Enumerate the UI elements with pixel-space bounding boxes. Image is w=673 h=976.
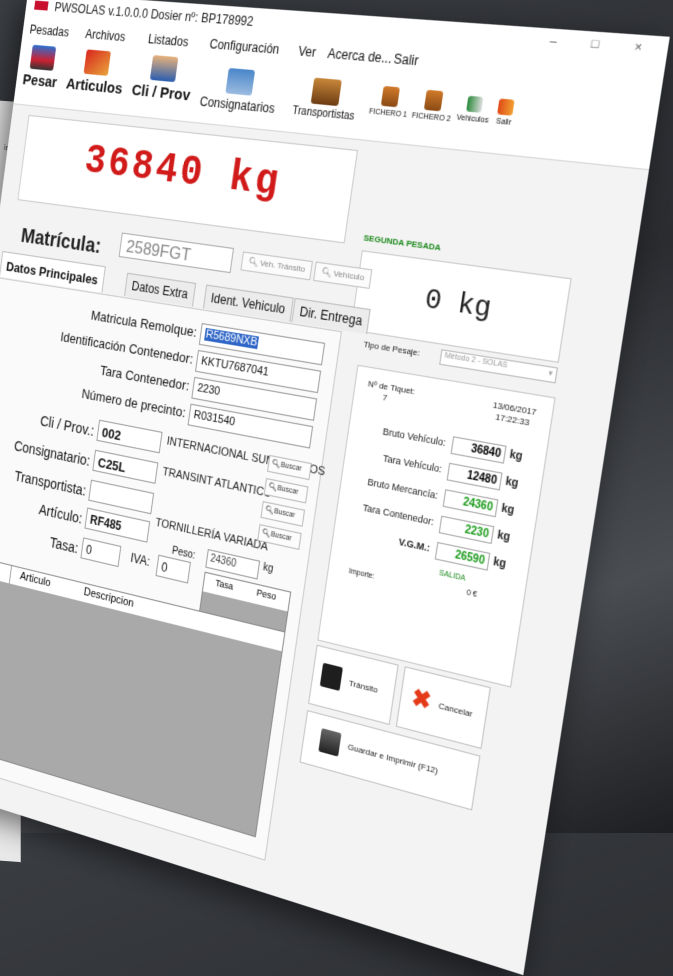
tara-vehiculo-label: Tara Vehículo: xyxy=(382,452,443,475)
menu-salir[interactable]: Salir xyxy=(393,51,420,69)
matricula-remolque-label: Matricula Remolque: xyxy=(90,307,198,341)
datos-principales-panel: Matricula Remolque: R5689NXB Identificac… xyxy=(0,277,342,861)
floppy-disk-icon xyxy=(319,662,343,691)
articles-icon xyxy=(83,49,111,76)
kg-unit: kg xyxy=(496,529,511,545)
hand-truck-icon xyxy=(310,77,342,107)
grid-header-peso: Peso xyxy=(255,587,277,603)
bruto-vehiculo-label: Bruto Vehículo: xyxy=(382,425,447,449)
kg-unit: kg xyxy=(500,502,516,518)
matricula-label: Matrícula: xyxy=(19,224,103,259)
menu-ver[interactable]: Ver xyxy=(297,44,317,61)
tasa-label: Tasa: xyxy=(48,533,80,557)
tara-vehiculo-value: 12480 xyxy=(446,462,503,491)
exit-door-icon xyxy=(497,98,515,116)
vgm-value: 26590 xyxy=(434,541,491,571)
bruto-vehiculo-value: 36840 xyxy=(450,436,507,464)
person-icon xyxy=(149,55,179,83)
fichero1-button[interactable]: FICHERO 1 xyxy=(367,85,412,120)
ticket-label: Nº de Tiquet: xyxy=(367,378,416,397)
transportistas-button[interactable]: Transportistas xyxy=(281,75,369,124)
primary-weight-value: 36840 kg xyxy=(81,138,284,209)
iva-label: IVA: xyxy=(129,550,151,570)
tara-contenedor-summary-label: Tara Contenedor: xyxy=(362,502,435,528)
consignatarios-button[interactable]: Consignatarios xyxy=(193,65,285,116)
weighing-status: SEGUNDA PESADA xyxy=(362,232,442,253)
cli-prov-code-input[interactable]: 002 xyxy=(96,419,163,454)
file-cabinet-icon xyxy=(423,89,444,112)
weighing-summary-panel: Nº de Tiquet: 7 13/06/2017 17:22:33 Brut… xyxy=(317,364,556,688)
veh-transito-button[interactable]: 🔍︎ Veh. Tránsito xyxy=(240,251,314,281)
pesar-button[interactable]: Pesar xyxy=(20,44,62,91)
kg-unit: kg xyxy=(508,448,524,464)
fichero2-button[interactable]: FICHERO 2 xyxy=(410,89,456,124)
consignatario-code-input[interactable]: C25L xyxy=(92,449,159,484)
vehiculos-button[interactable]: Vehiculos xyxy=(454,95,494,125)
tara-contenedor-label: Tara Contenedor: xyxy=(99,362,191,394)
menu-acerca-de[interactable]: Acerca de... xyxy=(327,46,393,67)
transportista-label: Transportista: xyxy=(13,467,88,499)
articulo-label: Artículo: xyxy=(37,501,84,527)
matricula-input[interactable]: 2589FGT xyxy=(118,232,235,274)
tipo-pesaje-label: Tipo de Pesaje: xyxy=(362,339,421,359)
precinto-label: Número de precinto: xyxy=(80,385,187,421)
consignatario-label: Consignatario: xyxy=(13,437,92,469)
chevron-down-icon: ▾ xyxy=(547,369,554,379)
tasa-input[interactable]: 0 xyxy=(80,537,122,568)
warehouse-icon xyxy=(225,67,256,96)
app-logo-icon xyxy=(34,0,49,11)
row-selector-column xyxy=(0,558,13,584)
printer-icon xyxy=(318,728,342,757)
salir-button[interactable]: Salir xyxy=(490,98,520,128)
cli-prov-button[interactable]: Cli / Prov xyxy=(129,54,196,105)
importe-label: Importe: xyxy=(348,567,376,581)
ticket-number: 7 xyxy=(381,392,388,403)
grid-header-tasa: Tasa xyxy=(214,577,234,592)
vehicle-icon xyxy=(466,95,484,113)
articulos-button[interactable]: Articulos xyxy=(64,48,129,98)
kg-unit: kg xyxy=(504,475,520,491)
bruto-mercancia-value: 24360 xyxy=(442,489,499,518)
cancel-x-icon: ✖ xyxy=(409,683,434,716)
cli-prov-label: Cli / Prov.: xyxy=(39,412,96,440)
tara-contenedor-summary-value: 2230 xyxy=(438,515,495,545)
menu-archivos[interactable]: Archivos xyxy=(84,27,126,44)
vgm-label: V.G.M.: xyxy=(398,536,431,554)
kg-unit: kg xyxy=(492,556,507,572)
file-cabinet-icon xyxy=(380,85,400,108)
menu-listados[interactable]: Listados xyxy=(147,32,189,50)
articulo-code-input[interactable]: RF485 xyxy=(84,507,151,543)
peso-unit: kg xyxy=(262,561,275,576)
menu-pesadas[interactable]: Pesadas xyxy=(29,22,70,39)
tab-bar: Datos Principales Datos Extra Ident. Veh… xyxy=(0,250,372,335)
salida-status: SALIDA xyxy=(438,569,466,583)
menu-configuracion[interactable]: Configuración xyxy=(209,37,281,57)
transportista-buscar-button[interactable]: 🔍︎Buscar xyxy=(260,501,306,527)
truck-scale-icon xyxy=(29,44,57,71)
consignatario-name: TRANSINT ATLANTICO xyxy=(161,465,273,501)
bruto-mercancia-label: Bruto Mercancía: xyxy=(366,476,439,502)
importe-value: 0 € xyxy=(465,589,478,600)
app-window: PWSOLAS v.1.0.0.0 Dosier nº: BP178992 – … xyxy=(0,0,670,976)
window-controls[interactable]: – □ × xyxy=(549,34,660,56)
secondary-weight-value: 0 kg xyxy=(422,282,494,326)
cli-prov-buscar-button[interactable]: 🔍︎Buscar xyxy=(267,454,312,481)
